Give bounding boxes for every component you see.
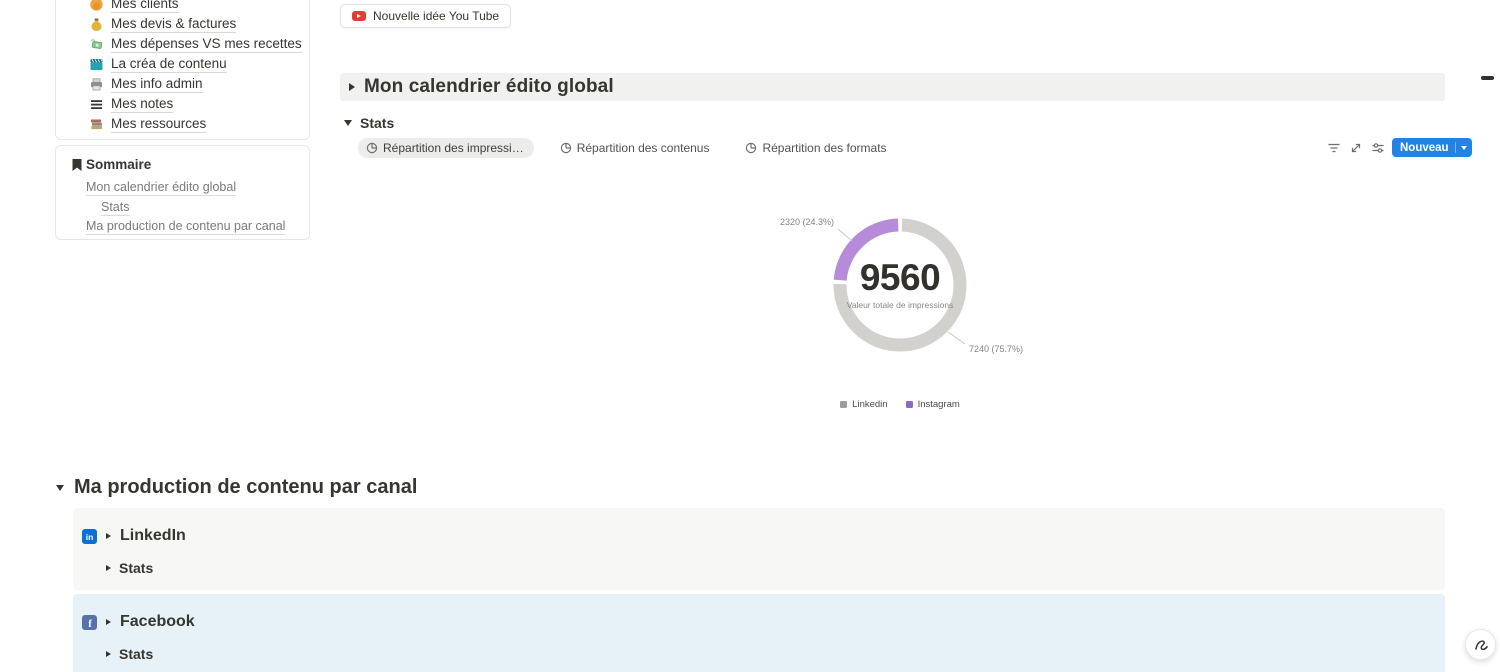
flying-money-icon	[89, 37, 104, 52]
sidebar-item-label: Mes ressources	[111, 115, 207, 133]
view-toolbar: Nouveau	[1326, 138, 1472, 157]
page: Mes clients Mes devis & factures Mes dép…	[0, 0, 1500, 672]
chevron-down-icon[interactable]	[1456, 145, 1472, 150]
toggle-collapsed-icon	[106, 651, 111, 657]
channel-card-linkedin: in LinkedIn Stats	[73, 508, 1445, 590]
legend-item-instagram[interactable]: Instagram	[905, 399, 960, 410]
toggle-expanded-icon	[56, 484, 64, 491]
sidebar-item-la-crea-de-contenu[interactable]: La créa de contenu	[89, 54, 302, 74]
chart-legend: Linkedin Instagram	[800, 399, 1000, 410]
sidebar-nav-card: Mes clients Mes devis & factures Mes dép…	[55, 0, 310, 140]
books-icon	[89, 117, 104, 132]
production-heading-label: Ma production de contenu par canal	[74, 476, 418, 498]
nouveau-button-label: Nouveau	[1400, 141, 1449, 154]
slice-label-linkedin: 7240 (75.7%)	[969, 344, 1024, 354]
tab-label: Répartition des contenus	[576, 141, 710, 155]
channel-name: Facebook	[120, 613, 195, 630]
tab-repartition-contenus[interactable]: Répartition des contenus	[552, 138, 720, 158]
linkedin-toggle[interactable]: in LinkedIn	[82, 527, 186, 545]
bookmark-icon	[72, 159, 82, 171]
toggle-collapsed-icon	[106, 533, 111, 539]
new-youtube-idea-button[interactable]: Nouvelle idée You Tube	[340, 4, 512, 28]
sidebar-item-mes-info-admin[interactable]: Mes info admin	[89, 74, 302, 94]
stats-toggle[interactable]: Stats	[344, 115, 394, 131]
svg-text:f: f	[88, 619, 92, 630]
slice-label-instagram: 2320 (24.3%)	[779, 217, 834, 227]
sidebar-item-label: Mes notes	[111, 95, 174, 113]
legend-item-linkedin[interactable]: Linkedin	[840, 399, 888, 410]
tab-label: Répartition des impressi…	[383, 141, 524, 155]
legend-label: Instagram	[917, 399, 960, 410]
leader-line	[947, 331, 966, 345]
scribble-icon	[1474, 639, 1488, 650]
facebook-toggle[interactable]: f Facebook	[82, 613, 195, 631]
calendar-toggle-heading[interactable]: Mon calendrier édito global	[340, 73, 1445, 101]
toggle-collapsed-icon	[349, 83, 355, 91]
facebook-stats-toggle[interactable]: Stats	[106, 646, 153, 662]
clients-icon	[89, 0, 104, 12]
sidebar-item-label: Mes dépenses VS mes recettes	[111, 35, 302, 53]
chart-view-tabs: Répartition des impressi… Répartition de…	[358, 138, 897, 158]
sort-filter-icon[interactable]	[1326, 140, 1342, 156]
pie-chart-icon	[560, 142, 571, 154]
sidebar-item-label: Mes devis & factures	[111, 15, 237, 33]
sidebar-item-label: Mes clients	[111, 0, 179, 13]
production-toggle-heading[interactable]: Ma production de contenu par canal	[56, 476, 417, 499]
toggle-collapsed-icon	[106, 565, 111, 571]
legend-label: Linkedin	[852, 399, 888, 410]
sidebar-item-mes-ressources[interactable]: Mes ressources	[89, 114, 302, 134]
sidebar-item-mes-notes[interactable]: Mes notes	[89, 94, 302, 114]
lines-icon	[89, 97, 104, 112]
tab-label: Répartition des formats	[762, 141, 887, 155]
calendar-heading-label: Mon calendrier édito global	[364, 76, 614, 97]
linkedin-icon: in	[82, 528, 97, 544]
channel-card-facebook: f Facebook Stats	[73, 594, 1445, 672]
settings-sliders-icon[interactable]	[1370, 140, 1386, 156]
tab-repartition-impressions[interactable]: Répartition des impressi…	[358, 138, 534, 158]
sidebar-item-label: Mes info admin	[111, 75, 203, 93]
youtube-icon	[352, 11, 366, 21]
scroll-indicator[interactable]	[1481, 76, 1494, 80]
sidebar-item-mes-devis-factures[interactable]: Mes devis & factures	[89, 14, 302, 34]
expand-icon[interactable]	[1348, 140, 1364, 156]
toggle-expanded-icon	[344, 120, 352, 126]
pie-chart-icon	[746, 142, 757, 154]
svg-text:in: in	[86, 532, 94, 542]
sommaire-title: Sommaire	[86, 157, 152, 172]
sommaire-link-stats[interactable]: Stats	[101, 200, 130, 216]
facebook-icon: f	[82, 614, 97, 630]
sommaire-link-calendrier[interactable]: Mon calendrier édito global	[86, 180, 237, 196]
donut-chart	[833, 218, 967, 352]
sidebar-item-mes-clients[interactable]: Mes clients	[89, 0, 302, 14]
nouveau-button[interactable]: Nouveau	[1392, 138, 1472, 157]
youtube-button-label: Nouvelle idée You Tube	[373, 9, 500, 23]
sidebar-item-mes-depenses[interactable]: Mes dépenses VS mes recettes	[89, 34, 302, 54]
channel-name: LinkedIn	[120, 527, 186, 544]
channel-stats-label: Stats	[119, 560, 154, 576]
clapperboard-icon	[89, 57, 104, 72]
leader-line	[837, 228, 853, 242]
toggle-collapsed-icon	[106, 619, 111, 625]
drawing-cursor-button[interactable]	[1465, 629, 1496, 660]
money-bag-icon	[89, 17, 104, 32]
legend-swatch	[905, 401, 913, 408]
printer-icon	[89, 77, 104, 92]
sommaire-card: Sommaire Mon calendrier édito global Sta…	[55, 145, 310, 240]
linkedin-stats-toggle[interactable]: Stats	[106, 560, 153, 576]
sidebar-item-label: La créa de contenu	[111, 55, 227, 73]
tab-repartition-formats[interactable]: Répartition des formats	[737, 138, 896, 158]
channel-stats-label: Stats	[119, 646, 154, 662]
stats-toggle-label: Stats	[360, 115, 395, 131]
legend-swatch	[840, 401, 848, 408]
sommaire-link-production[interactable]: Ma production de contenu par canal	[86, 219, 286, 235]
pie-chart-icon	[366, 142, 378, 154]
